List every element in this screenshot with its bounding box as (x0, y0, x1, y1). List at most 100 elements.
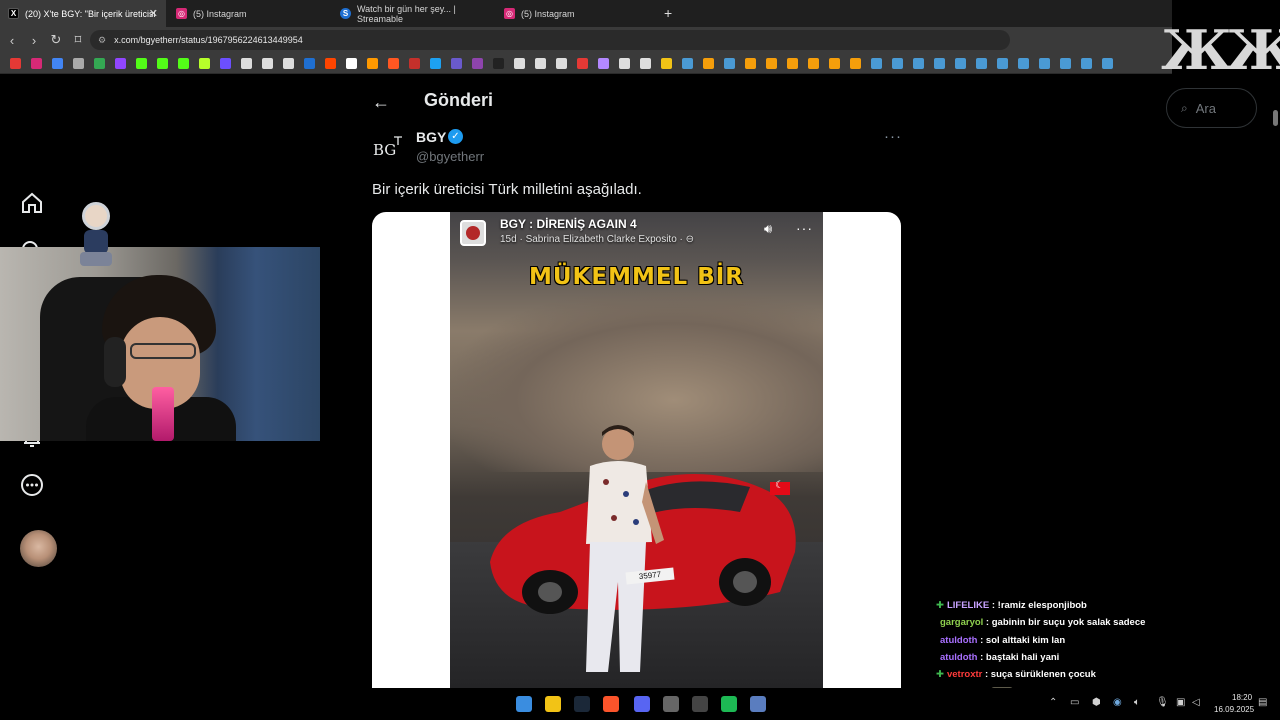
bookmark-favicon-icon[interactable] (1102, 58, 1113, 69)
back-arrow-icon[interactable]: ← (372, 92, 390, 113)
mic-tray-icon[interactable]: 🎙︎ (1156, 697, 1169, 708)
app-icon[interactable] (663, 696, 679, 712)
bookmark-favicon-icon[interactable] (304, 58, 315, 69)
bookmark-favicon-icon[interactable] (283, 58, 294, 69)
bookmark-favicon-icon[interactable] (325, 58, 336, 69)
speaker-icon[interactable]: 🔈︎ (1134, 697, 1140, 708)
bookmark-favicon-icon[interactable] (241, 58, 252, 69)
bookmark-favicon-icon[interactable] (598, 58, 609, 69)
bookmark-favicon-icon[interactable] (493, 58, 504, 69)
bookmark-favicon-icon[interactable] (157, 58, 168, 69)
bookmark-favicon-icon[interactable] (535, 58, 546, 69)
author-name[interactable]: BGY (416, 129, 446, 145)
bookmark-favicon-icon[interactable] (745, 58, 756, 69)
chat-message: ✚ vetroxtr : suça sürüklenen çocuk (936, 669, 1096, 685)
clock-date[interactable]: 16.09.2025 (1214, 705, 1254, 714)
bookmark-favicon-icon[interactable] (409, 58, 420, 69)
back-icon[interactable]: ‹ (2, 33, 22, 48)
bookmark-favicon-icon[interactable] (136, 58, 147, 69)
spotify-icon[interactable] (721, 696, 737, 712)
bookmark-favicon-icon[interactable] (472, 58, 483, 69)
volume-icon[interactable]: 🔊︎ (764, 221, 772, 237)
bookmark-favicon-icon[interactable] (451, 58, 462, 69)
start-icon[interactable] (516, 696, 532, 712)
bookmark-favicon-icon[interactable] (808, 58, 819, 69)
bookmark-favicon-icon[interactable] (829, 58, 840, 69)
bookmark-favicon-icon[interactable] (178, 58, 189, 69)
bookmark-favicon-icon[interactable] (556, 58, 567, 69)
bookmark-favicon-icon[interactable] (367, 58, 378, 69)
bookmark-favicon-icon[interactable] (850, 58, 861, 69)
bookmark-favicon-icon[interactable] (955, 58, 966, 69)
brave-icon[interactable] (603, 696, 619, 712)
bookmark-favicon-icon[interactable] (1081, 58, 1092, 69)
url-field[interactable]: ⚙ x.com/bgyetherr/status/196795622461344… (90, 30, 1010, 50)
close-icon[interactable]: ✕ (149, 7, 158, 20)
video-player[interactable]: BGY : DİRENİŞ AGAIN 4 15d · Sabrina Eliz… (450, 212, 823, 688)
forward-icon[interactable]: › (24, 33, 44, 48)
volume-tray-icon[interactable]: ◁ (1192, 697, 1200, 708)
author-handle[interactable]: @bgyetherr (416, 149, 484, 164)
steam-tray-icon[interactable]: ◉ (1113, 697, 1122, 708)
search-input[interactable]: ⌕ Ara (1166, 88, 1257, 128)
bookmark-favicon-icon[interactable] (1039, 58, 1050, 69)
bookmark-favicon-icon[interactable] (430, 58, 441, 69)
bookmark-favicon-icon[interactable] (52, 58, 63, 69)
bookmark-favicon-icon[interactable] (346, 58, 357, 69)
discord-icon[interactable] (634, 696, 650, 712)
home-icon[interactable] (20, 191, 44, 215)
reload-icon[interactable]: ↻ (46, 32, 66, 48)
tab-x-post[interactable]: X (20) X'te BGY: "Bir içerik üreticisi ✕ (0, 0, 166, 27)
bookmark-favicon-icon[interactable] (913, 58, 924, 69)
post-more-button[interactable]: ··· (884, 128, 902, 145)
tab-streamable[interactable]: S Watch bir gün her şey... | Streamable (332, 0, 498, 27)
battery-icon[interactable]: ▭ (1070, 697, 1079, 708)
tab-instagram-2[interactable]: ◎ (5) Instagram (496, 0, 662, 27)
video-more-icon[interactable]: ··· (796, 220, 813, 236)
bookmark-favicon-icon[interactable] (619, 58, 630, 69)
bookmark-favicon-icon[interactable] (997, 58, 1008, 69)
tray-chevron-icon[interactable]: ⌃ (1049, 697, 1057, 708)
bookmark-favicon-icon[interactable] (10, 58, 21, 69)
steam-icon[interactable] (574, 696, 590, 712)
bookmark-favicon-icon[interactable] (115, 58, 126, 69)
bookmark-favicon-icon[interactable] (73, 58, 84, 69)
author-avatar[interactable]: BG (372, 133, 406, 163)
bookmark-favicon-icon[interactable] (1018, 58, 1029, 69)
post-media[interactable]: BGY : DİRENİŞ AGAIN 4 15d · Sabrina Eliz… (372, 212, 901, 688)
bookmark-favicon-icon[interactable] (892, 58, 903, 69)
bookmark-favicon-icon[interactable] (199, 58, 210, 69)
bookmark-favicon-icon[interactable] (682, 58, 693, 69)
app-icon[interactable] (750, 696, 766, 712)
profile-avatar[interactable] (20, 530, 57, 567)
more-icon[interactable] (20, 473, 44, 497)
bookmark-favicon-icon[interactable] (766, 58, 777, 69)
bookmark-favicon-icon[interactable] (220, 58, 231, 69)
file-explorer-icon[interactable] (545, 696, 561, 712)
bookmark-favicon-icon[interactable] (976, 58, 987, 69)
site-settings-icon[interactable]: ⚙ (98, 35, 106, 46)
new-tab-button[interactable]: + (664, 5, 672, 21)
bookmark-favicon-icon[interactable] (787, 58, 798, 69)
bookmark-favicon-icon[interactable] (94, 58, 105, 69)
bookmark-favicon-icon[interactable] (1060, 58, 1071, 69)
bookmark-favicon-icon[interactable] (871, 58, 882, 69)
network-icon[interactable]: ▣ (1176, 697, 1185, 708)
bookmark-favicon-icon[interactable] (514, 58, 525, 69)
bookmark-favicon-icon[interactable] (661, 58, 672, 69)
bookmark-favicon-icon[interactable] (262, 58, 273, 69)
app-tray-icon[interactable]: ⬢ (1092, 697, 1101, 708)
bookmark-favicon-icon[interactable] (388, 58, 399, 69)
bookmark-icon[interactable]: ⌑ (68, 32, 88, 48)
bookmark-favicon-icon[interactable] (724, 58, 735, 69)
tab-instagram-1[interactable]: ◎ (5) Instagram (168, 0, 334, 27)
bookmark-favicon-icon[interactable] (703, 58, 714, 69)
obs-icon[interactable] (692, 696, 708, 712)
bookmark-favicon-icon[interactable] (934, 58, 945, 69)
bookmark-favicon-icon[interactable] (31, 58, 42, 69)
scrollbar[interactable] (1273, 110, 1278, 126)
bookmark-favicon-icon[interactable] (577, 58, 588, 69)
bookmark-favicon-icon[interactable] (640, 58, 651, 69)
clock-time[interactable]: 18:20 (1232, 693, 1252, 702)
notification-icon[interactable]: ▤ (1258, 697, 1267, 708)
